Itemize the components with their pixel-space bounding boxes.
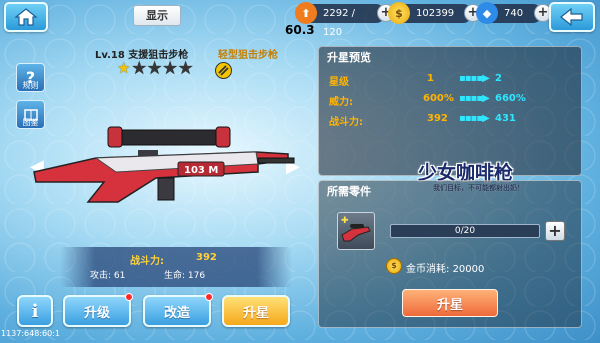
stamina-icon: ⬆ bbox=[295, 2, 317, 24]
home-button[interactable] bbox=[4, 2, 48, 32]
arrow-right-icon: ▪▪▪▪▶ bbox=[459, 73, 490, 84]
coin-cost: 金币消耗: 20000 bbox=[406, 260, 484, 275]
debug-coords: 1137:648:60:1 bbox=[1, 329, 60, 338]
preview-row-to: 660% bbox=[495, 93, 526, 104]
back-button[interactable] bbox=[549, 2, 595, 32]
modify-button[interactable]: 改造 bbox=[143, 293, 213, 327]
add-parts-button[interactable]: + bbox=[545, 221, 565, 241]
fps-readout: 60.3 bbox=[285, 23, 315, 37]
sniper-rifle-image: 103 M bbox=[33, 126, 295, 203]
diamond-counter: ◆ 740 + bbox=[476, 2, 552, 24]
diamond-value: 740 bbox=[504, 8, 524, 19]
parts-progress-bar: 0/20 bbox=[390, 224, 540, 238]
preview-row-to: 431 bbox=[495, 113, 516, 124]
stats-panel bbox=[60, 247, 292, 287]
star-rating: ★ ★ ★ ★ ★ bbox=[117, 59, 193, 77]
weapon-type: 轻型狙击步枪 bbox=[218, 50, 278, 61]
coin-counter: $ 102399 + bbox=[388, 2, 482, 24]
star-up-tab-button[interactable]: 升星 bbox=[222, 295, 290, 327]
preview-row-label: 星级 bbox=[329, 77, 349, 88]
upgrade-button[interactable]: 升级 bbox=[63, 293, 133, 327]
info-button[interactable]: i bbox=[17, 295, 53, 327]
modify-label: 改造 bbox=[163, 305, 190, 321]
preview-title: 升星预览 bbox=[327, 51, 371, 64]
diamond-icon: ◆ bbox=[476, 2, 498, 24]
back-arrow-icon bbox=[560, 7, 583, 27]
weapon-part-icon[interactable]: ✚ bbox=[337, 212, 375, 250]
star-up-button[interactable]: 升星 bbox=[402, 289, 498, 317]
arrow-right-icon: ▪▪▪▪▶ bbox=[459, 113, 490, 124]
star-filled-icon: ★ bbox=[117, 59, 131, 77]
home-icon bbox=[14, 8, 38, 26]
combat-power-value: 392 bbox=[196, 252, 217, 263]
stamina-counter: ⬆ 2292 / 120 + bbox=[295, 2, 395, 38]
weapon-class-badge-icon bbox=[215, 62, 232, 79]
preview-row-to: 2 bbox=[495, 73, 502, 84]
arrow-right-icon: ▪▪▪▪▶ bbox=[459, 93, 490, 104]
parts-progress-text: 0/20 bbox=[454, 226, 476, 236]
life-stat: 生命: 176 bbox=[164, 271, 206, 281]
star-up-preview-panel: 升星预览 星级 1 ▪▪▪▪▶ 2 威力: 600% ▪▪▪▪▶ 660% 战斗… bbox=[318, 46, 582, 176]
preview-row-from: 1 bbox=[427, 73, 434, 84]
coin-value: 102399 bbox=[416, 8, 455, 19]
preview-row-label: 战斗力: bbox=[329, 117, 363, 128]
show-button[interactable]: 显示 bbox=[133, 5, 181, 26]
stamina-value: 2292 / 120 bbox=[323, 8, 355, 38]
info-icon: i bbox=[31, 300, 39, 322]
parts-title: 所需零件 bbox=[327, 185, 371, 198]
rules-label: 规则 bbox=[22, 81, 39, 90]
preview-row-from: 392 bbox=[427, 113, 448, 124]
attack-stat: 攻击: 61 bbox=[90, 271, 126, 281]
coin-cost-value: 20000 bbox=[452, 264, 485, 275]
svg-text:✚: ✚ bbox=[341, 216, 349, 226]
coin-icon: $ bbox=[386, 258, 402, 274]
gun-marking-text: 103 M bbox=[184, 165, 218, 176]
notification-dot bbox=[125, 293, 133, 301]
notification-dot bbox=[205, 293, 213, 301]
coin-cost-label: 金币消耗: bbox=[406, 264, 450, 275]
preview-row-from: 600% bbox=[423, 93, 454, 104]
star-empty-icon: ★ bbox=[132, 59, 146, 77]
star-empty-icon: ★ bbox=[178, 59, 193, 77]
star-empty-icon: ★ bbox=[163, 59, 177, 77]
coin-icon: $ bbox=[388, 2, 410, 24]
star-empty-icon: ★ bbox=[147, 59, 162, 77]
upgrade-label: 升级 bbox=[83, 305, 110, 321]
preview-row-label: 威力: bbox=[329, 97, 353, 108]
combat-power-label: 战斗力: bbox=[130, 256, 164, 267]
star-up-tab-label: 升星 bbox=[242, 305, 269, 321]
